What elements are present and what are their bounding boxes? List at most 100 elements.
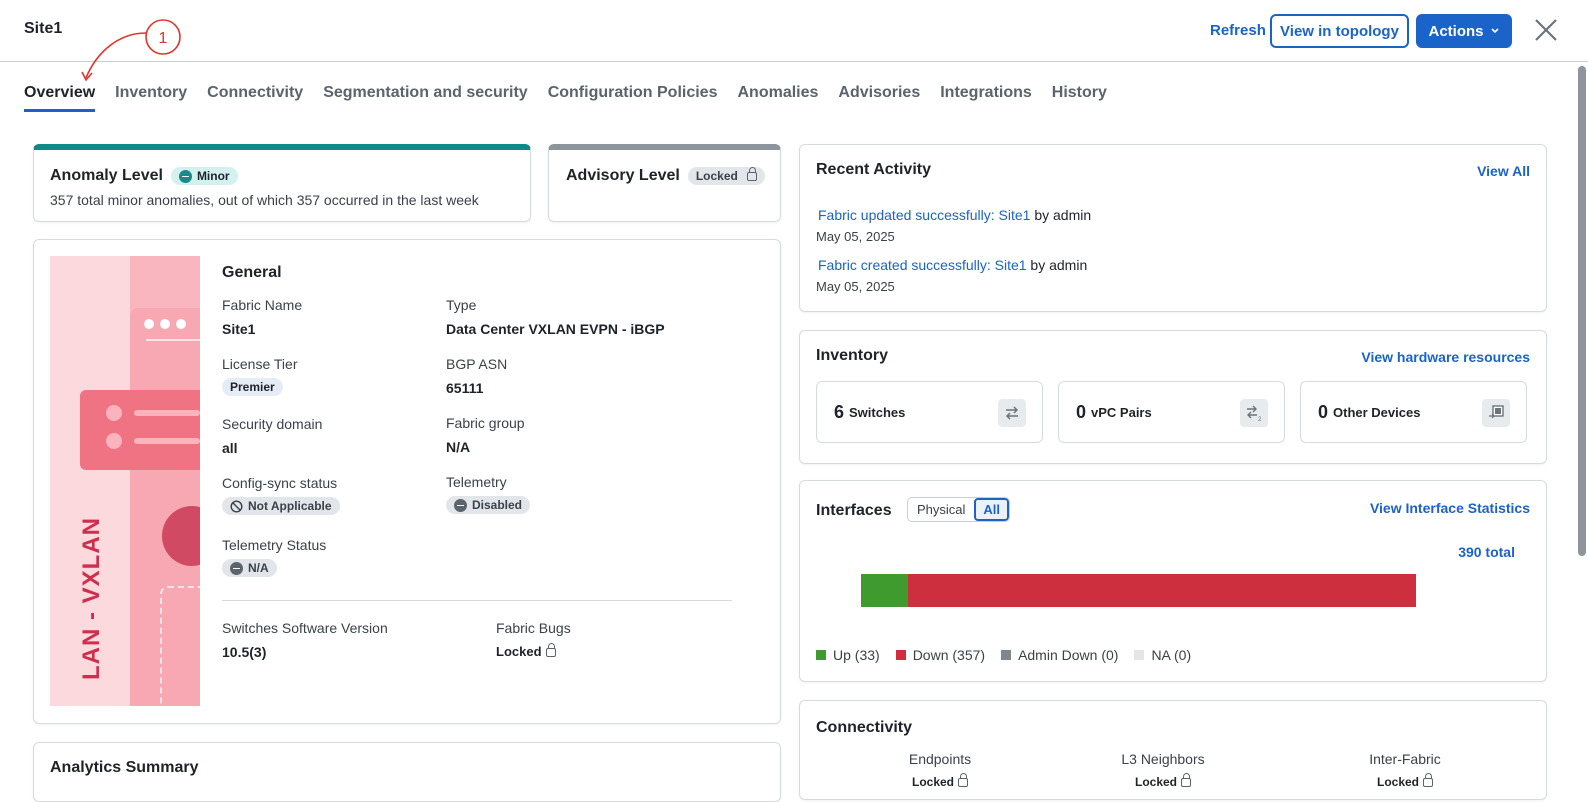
connectivity-card: Connectivity Endpoints Locked L3 Neighbo… — [799, 700, 1547, 800]
minus-circle-icon — [230, 561, 243, 575]
toggle-all[interactable]: All — [974, 498, 1010, 521]
tab-history[interactable]: History — [1042, 84, 1117, 112]
inventory-title: Inventory — [816, 347, 889, 364]
legend-down: Down (357) — [895, 647, 985, 663]
anomaly-level-title: Anomaly Level — [50, 167, 163, 184]
interfaces-legend: Up (33) Down (357) Admin Down (0) NA (0) — [816, 647, 1191, 663]
tab-anomalies[interactable]: Anomalies — [727, 84, 828, 112]
telemetry-status-label: Telemetry Status — [222, 537, 327, 553]
other-devices-icon — [1482, 399, 1510, 427]
vpc-pairs-label: vPC Pairs — [1091, 404, 1152, 420]
config-sync-label: Config-sync status — [222, 475, 338, 491]
telemetry-value: Disabled — [472, 498, 523, 512]
security-domain-value: all — [222, 440, 238, 456]
activity-link[interactable]: Fabric created successfully: Site1 — [818, 257, 1027, 273]
l3-neighbors-label: L3 Neighbors — [1121, 751, 1205, 767]
license-tier-badge: Premier — [222, 378, 283, 396]
type-value: Data Center VXLAN EVPN - iBGP — [446, 321, 665, 337]
top-bar: Site1 Refresh View in topology Actions — [0, 0, 1588, 62]
telemetry-status-value: N/A — [248, 561, 269, 575]
advisory-badge: Locked — [687, 166, 765, 185]
tab-configuration-policies[interactable]: Configuration Policies — [538, 84, 728, 112]
actions-label: Actions — [1428, 22, 1484, 40]
scrollbar[interactable] — [1578, 66, 1586, 556]
interfaces-bar-segment — [861, 574, 908, 607]
config-sync-value: Not Applicable — [248, 499, 332, 513]
svg-text:2: 2 — [1258, 417, 1262, 422]
chevron-down-icon — [1490, 28, 1499, 34]
legend-na: NA (0) — [1134, 647, 1191, 663]
actions-button[interactable]: Actions — [1416, 14, 1512, 48]
anomaly-badge-label: Minor — [196, 169, 230, 183]
toggle-physical[interactable]: Physical — [908, 498, 974, 521]
tab-segmentation-security[interactable]: Segmentation and security — [313, 84, 538, 112]
sw-version-label: Switches Software Version — [222, 620, 388, 636]
activity-by: by admin — [1034, 207, 1092, 223]
advisory-level-card: Advisory Level Locked — [548, 144, 781, 222]
switches-box[interactable]: 6 Switches — [816, 381, 1043, 443]
inter-fabric-label: Inter-Fabric — [1369, 751, 1441, 767]
tab-connectivity[interactable]: Connectivity — [197, 84, 313, 112]
anomaly-badge: Minor — [170, 167, 238, 185]
vpc-pairs-box[interactable]: 0 vPC Pairs 2 — [1058, 381, 1285, 443]
minus-circle-icon — [454, 498, 467, 512]
view-interface-statistics-link[interactable]: View Interface Statistics — [1370, 500, 1530, 516]
telemetry-label: Telemetry — [446, 474, 507, 490]
vpc-pair-icon: 2 — [1240, 399, 1268, 427]
fabric-banner-text: LAN - VXLAN — [78, 517, 105, 680]
tab-overview[interactable]: Overview — [24, 84, 105, 112]
minus-circle-icon — [178, 169, 192, 183]
tab-inventory[interactable]: Inventory — [105, 84, 197, 112]
inter-fabric-value: Locked — [1376, 775, 1419, 789]
switch-icon — [998, 399, 1026, 427]
annotation-marker: 1 — [81, 19, 181, 82]
security-domain-label: Security domain — [222, 416, 323, 432]
advisory-badge-label: Locked — [695, 169, 738, 183]
view-all-link[interactable]: View All — [1477, 163, 1530, 179]
view-in-topology-button[interactable]: View in topology — [1270, 14, 1409, 48]
refresh-link[interactable]: Refresh — [1210, 22, 1266, 39]
anomaly-description: 357 total minor anomalies, out of which … — [50, 192, 479, 208]
activity-link[interactable]: Fabric updated successfully: Site1 — [818, 207, 1030, 223]
connectivity-title: Connectivity — [816, 719, 913, 736]
divider — [222, 600, 732, 601]
activity-by: by admin — [1030, 257, 1088, 273]
endpoints-value: Locked — [911, 775, 954, 789]
config-sync-badge: Not Applicable — [222, 497, 340, 515]
tab-bar: Overview Inventory Connectivity Segmenta… — [24, 84, 1117, 112]
other-devices-box[interactable]: 0 Other Devices — [1300, 381, 1527, 443]
fabric-group-label: Fabric group — [446, 415, 525, 431]
type-label: Type — [446, 297, 477, 313]
interfaces-total: 390 total — [1458, 544, 1515, 560]
prohibited-icon — [230, 499, 243, 513]
fabric-name-label: Fabric Name — [222, 297, 303, 313]
interfaces-card: Interfaces Physical All View Interface S… — [799, 480, 1547, 682]
analytics-summary-card: Analytics Summary — [33, 742, 781, 802]
activity-date: May 05, 2025 — [816, 279, 895, 294]
close-icon[interactable] — [1532, 16, 1560, 44]
lock-icon — [545, 643, 556, 657]
view-hardware-resources-link[interactable]: View hardware resources — [1361, 349, 1530, 365]
annotation-number: 1 — [159, 30, 168, 47]
telemetry-badge: Disabled — [446, 496, 531, 514]
anomaly-level-card: Anomaly Level Minor 357 total minor anom… — [33, 144, 531, 222]
tab-advisories[interactable]: Advisories — [828, 84, 930, 112]
advisory-level-title: Advisory Level — [566, 167, 680, 184]
tab-integrations[interactable]: Integrations — [930, 84, 1042, 112]
fabric-bugs-label: Fabric Bugs — [496, 620, 571, 636]
page-title: Site1 — [24, 20, 63, 37]
endpoints-label: Endpoints — [908, 751, 972, 767]
recent-activity-title: Recent Activity — [816, 161, 931, 178]
l3-neighbors-value: Locked — [1134, 775, 1177, 789]
sw-version-value: 10.5(3) — [222, 644, 267, 660]
switches-count: 6 — [834, 401, 845, 422]
general-title: General — [222, 264, 282, 281]
legend-up: Up (33) — [816, 647, 880, 663]
analytics-summary-title: Analytics Summary — [50, 759, 199, 776]
bgp-asn-label: BGP ASN — [446, 356, 508, 372]
interfaces-bar-segment — [907, 574, 1416, 607]
other-devices-count: 0 — [1318, 401, 1329, 422]
activity-date: May 05, 2025 — [816, 229, 895, 244]
license-tier-label: License Tier — [222, 356, 298, 372]
general-card: LAN - VXLAN General Fabric Name Site1 Ty… — [33, 239, 781, 724]
